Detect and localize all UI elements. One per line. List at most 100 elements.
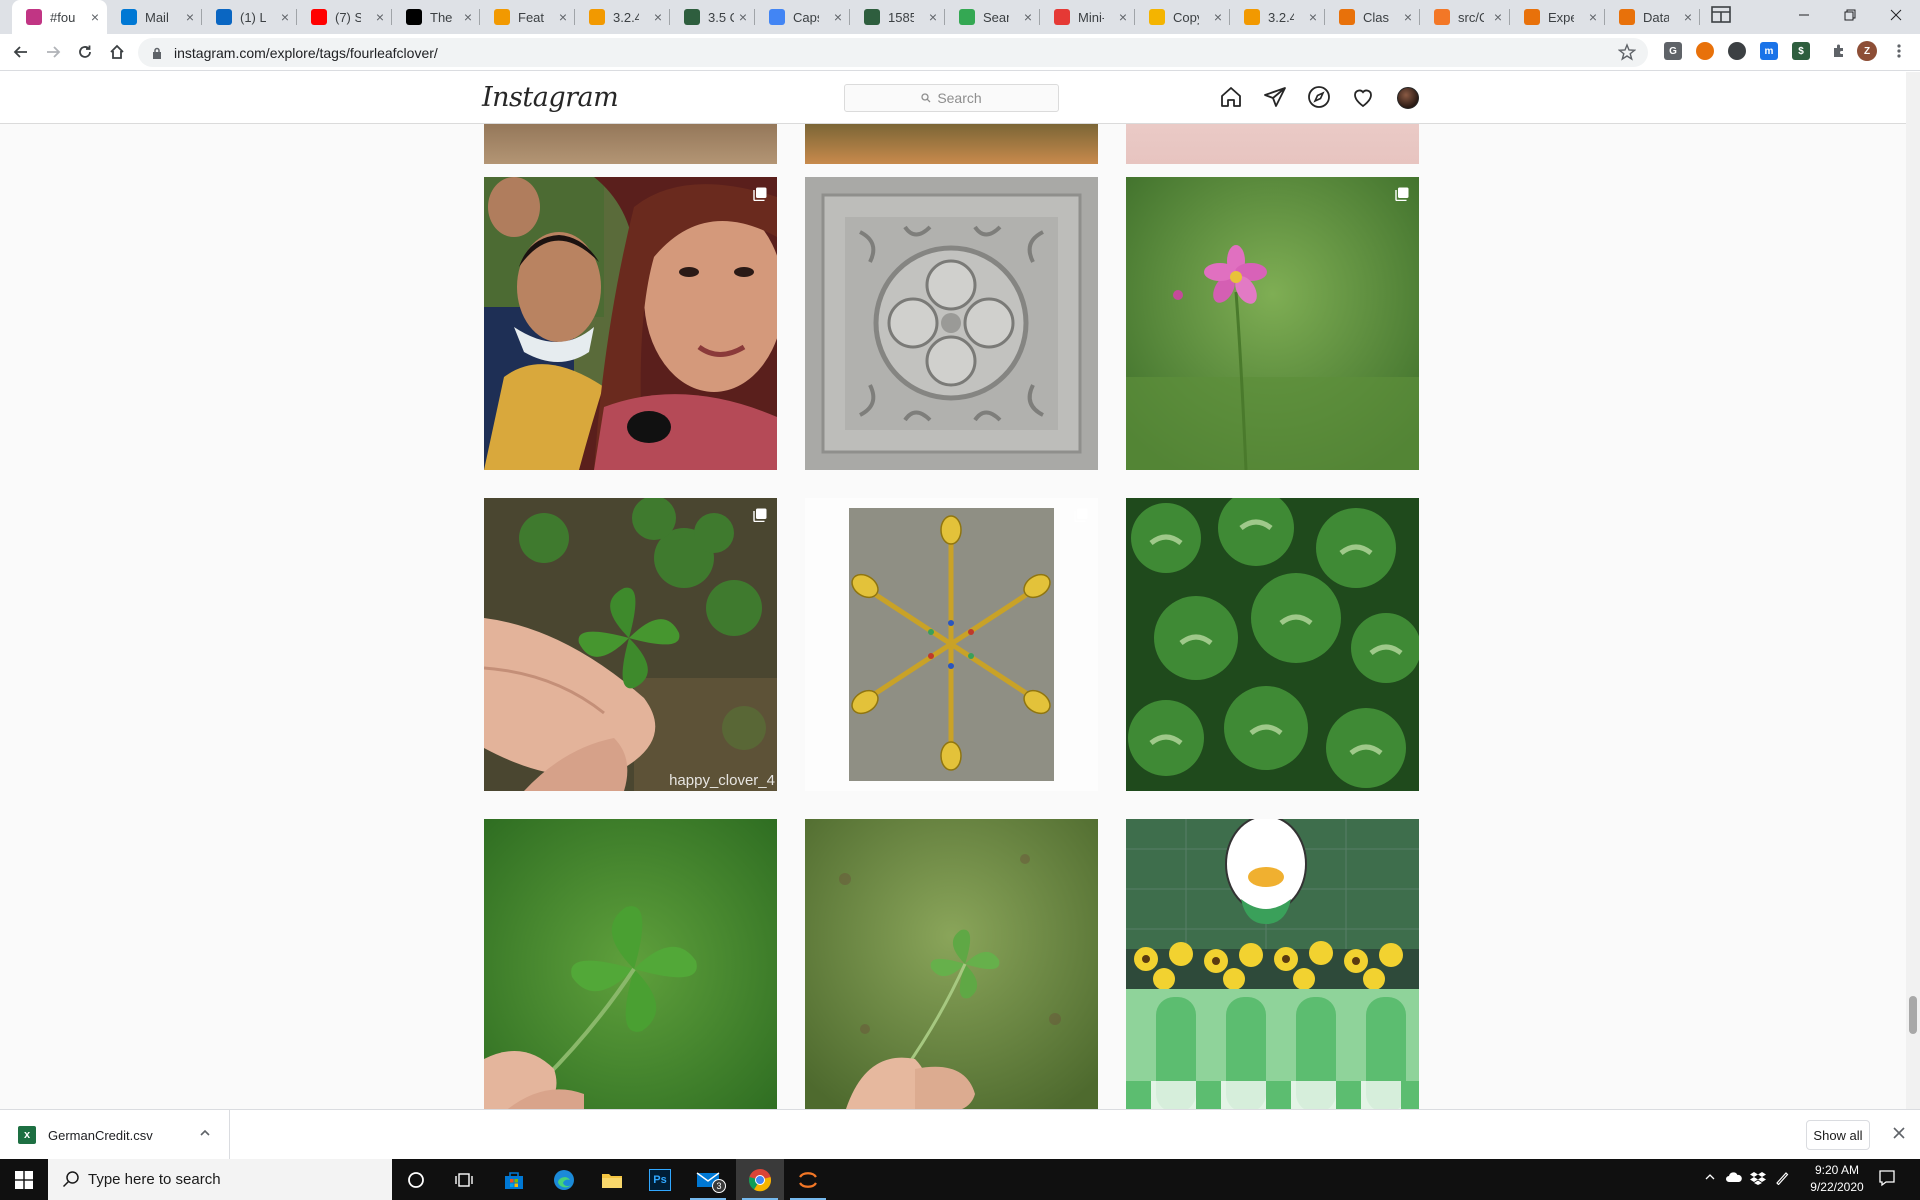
close-tab-icon[interactable]: × xyxy=(929,9,937,25)
forward-button[interactable] xyxy=(41,40,65,64)
browser-menu-icon[interactable] xyxy=(1890,42,1908,60)
taskbar-clock[interactable]: 9:20 AM 9/22/2020 xyxy=(1802,1162,1872,1196)
browser-tab[interactable]: src/C × xyxy=(1420,0,1510,34)
notifications-icon[interactable] xyxy=(1878,1169,1896,1190)
browser-tab[interactable]: Mail - × xyxy=(107,0,202,34)
browser-tab[interactable]: Class × xyxy=(1325,0,1420,34)
tab-label: Featu xyxy=(518,9,544,25)
clock-time: 9:20 AM xyxy=(1814,1163,1860,1177)
close-tab-icon[interactable]: × xyxy=(281,9,289,25)
post-stone-carving[interactable] xyxy=(805,177,1098,470)
instagram-icon xyxy=(26,9,42,25)
windows-start-icon[interactable] xyxy=(0,1159,48,1200)
browser-tab[interactable]: #four × xyxy=(12,0,107,34)
close-window-button[interactable] xyxy=(1873,0,1919,30)
extension-dollar-icon[interactable]: $ xyxy=(1792,42,1810,60)
restore-button[interactable] xyxy=(1827,0,1873,30)
onedrive-cloud-icon[interactable] xyxy=(1725,1171,1743,1186)
browser-tab[interactable]: Searc × xyxy=(945,0,1040,34)
chart-icon xyxy=(494,9,510,25)
tab-label: Capst xyxy=(793,9,819,25)
grammarly-icon[interactable]: G xyxy=(1664,42,1682,60)
post-golden-spoons[interactable] xyxy=(805,498,1098,791)
bookmark-star-icon[interactable] xyxy=(1617,43,1637,66)
direct-messages-icon[interactable] xyxy=(1263,85,1289,111)
browser-tab[interactable]: 3.5 Ca × xyxy=(670,0,755,34)
close-tab-icon[interactable]: × xyxy=(1309,9,1317,25)
scrollbar-thumb[interactable] xyxy=(1909,996,1917,1034)
chrome-taskbar-icon[interactable] xyxy=(736,1159,784,1200)
address-bar[interactable]: instagram.com/explore/tags/fourleafclove… xyxy=(138,38,1648,67)
close-tab-icon[interactable]: × xyxy=(1119,9,1127,25)
close-tab-icon[interactable]: × xyxy=(464,9,472,25)
close-tab-icon[interactable]: × xyxy=(1494,9,1502,25)
post-hand-holding-clover[interactable]: happy_clover_4 xyxy=(484,498,777,791)
browser-tab[interactable]: The N × xyxy=(392,0,480,34)
close-tab-icon[interactable]: × xyxy=(739,9,747,25)
back-button[interactable] xyxy=(9,40,33,64)
close-tab-icon[interactable]: × xyxy=(1589,9,1597,25)
explore-compass-icon[interactable] xyxy=(1307,85,1333,111)
jupyter-taskbar-icon[interactable] xyxy=(784,1159,832,1200)
extensions-puzzle-icon[interactable] xyxy=(1830,42,1848,60)
close-tab-icon[interactable]: × xyxy=(1024,9,1032,25)
browser-tab[interactable]: Featu × xyxy=(480,0,575,34)
profile-avatar-icon[interactable] xyxy=(1397,87,1419,109)
tab-label: #four xyxy=(50,9,76,25)
post-clover-patch[interactable] xyxy=(1126,498,1419,791)
home-button[interactable] xyxy=(105,40,129,64)
microsoft-store-icon[interactable] xyxy=(490,1159,538,1200)
minimize-button[interactable] xyxy=(1781,0,1827,30)
file-explorer-icon[interactable] xyxy=(588,1159,636,1200)
browser-tab[interactable]: Data × xyxy=(1605,0,1700,34)
close-tab-icon[interactable]: × xyxy=(376,9,384,25)
close-tab-icon[interactable]: × xyxy=(654,9,662,25)
close-tab-icon[interactable]: × xyxy=(834,9,842,25)
browser-tab[interactable]: (1) Lin × xyxy=(202,0,297,34)
browser-tab[interactable]: 15851 × xyxy=(850,0,945,34)
close-tab-icon[interactable]: × xyxy=(1404,9,1412,25)
chevron-up-icon[interactable] xyxy=(1704,1171,1716,1186)
browser-tab[interactable]: Capst × xyxy=(755,0,850,34)
tab-search-icon[interactable] xyxy=(1710,4,1732,26)
profile-avatar[interactable]: Z xyxy=(1857,41,1877,61)
instagram-logo[interactable]: Instagram xyxy=(482,82,619,113)
browser-tab[interactable]: Exper × xyxy=(1510,0,1605,34)
task-view-icon[interactable] xyxy=(440,1159,488,1200)
post-small-clover-fingers[interactable] xyxy=(805,819,1098,1109)
activity-heart-icon[interactable] xyxy=(1351,85,1377,111)
browser-tab[interactable]: 3.2.4. × xyxy=(1230,0,1325,34)
browser-tab[interactable]: Mini- × xyxy=(1040,0,1135,34)
extension-circle-icon[interactable] xyxy=(1728,42,1746,60)
download-item[interactable]: x GermanCredit.csv xyxy=(0,1110,230,1160)
post-pink-cosmos-flower[interactable] xyxy=(1126,177,1419,470)
home-icon[interactable] xyxy=(1219,85,1245,111)
post-mascot-flower-fence[interactable] xyxy=(1126,819,1419,1109)
mail-app-icon[interactable]: 3 xyxy=(684,1159,732,1200)
browser-tab[interactable]: 3.2.4. × xyxy=(575,0,670,34)
browser-tab[interactable]: Copy × xyxy=(1135,0,1230,34)
close-tab-icon[interactable]: × xyxy=(186,9,194,25)
post-selfie-women[interactable] xyxy=(484,177,777,470)
photoshop-icon[interactable]: Ps xyxy=(636,1159,684,1200)
taskbar-search-input[interactable]: Type here to search xyxy=(48,1159,392,1200)
show-all-downloads-button[interactable]: Show all xyxy=(1806,1120,1870,1150)
close-tab-icon[interactable]: × xyxy=(1684,9,1692,25)
chevron-up-icon[interactable] xyxy=(198,1126,212,1145)
tab-separator xyxy=(1699,9,1700,25)
dropbox-icon[interactable] xyxy=(1750,1171,1766,1188)
search-input[interactable]: Search xyxy=(844,84,1059,112)
page-scrollbar[interactable] xyxy=(1906,72,1920,1109)
close-tab-icon[interactable]: × xyxy=(91,9,99,25)
post-clover-on-lawn[interactable] xyxy=(484,819,777,1109)
close-tab-icon[interactable]: × xyxy=(1214,9,1222,25)
close-tab-icon[interactable]: × xyxy=(559,9,567,25)
browser-tab[interactable]: (7) Su × xyxy=(297,0,392,34)
cortana-icon[interactable] xyxy=(392,1159,440,1200)
extension-orange-icon[interactable] xyxy=(1696,42,1714,60)
reload-button[interactable] xyxy=(73,40,97,64)
pen-ink-icon[interactable] xyxy=(1775,1171,1789,1188)
edge-browser-icon[interactable] xyxy=(540,1159,588,1200)
close-icon[interactable] xyxy=(1892,1126,1906,1145)
extension-m-icon[interactable]: m xyxy=(1760,42,1778,60)
